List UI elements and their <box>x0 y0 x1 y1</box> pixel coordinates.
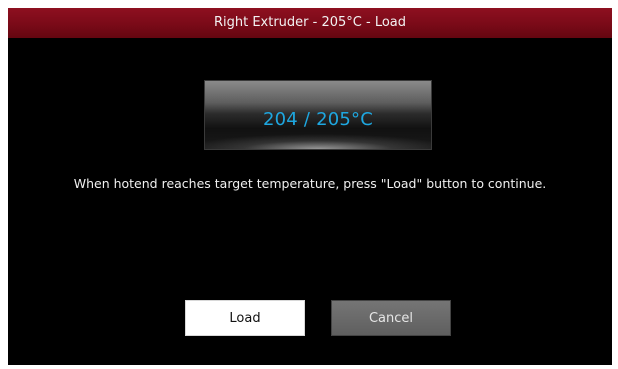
load-button[interactable]: Load <box>185 300 305 336</box>
title-bar: Right Extruder - 205°C - Load <box>8 8 612 38</box>
extruder-load-screen: Right Extruder - 205°C - Load 204 / 205°… <box>8 8 612 365</box>
cancel-button[interactable]: Cancel <box>331 300 451 336</box>
temperature-readout: 204 / 205°C <box>263 109 373 130</box>
temperature-display: 204 / 205°C <box>204 80 432 150</box>
instruction-text: When hotend reaches target temperature, … <box>73 176 547 191</box>
